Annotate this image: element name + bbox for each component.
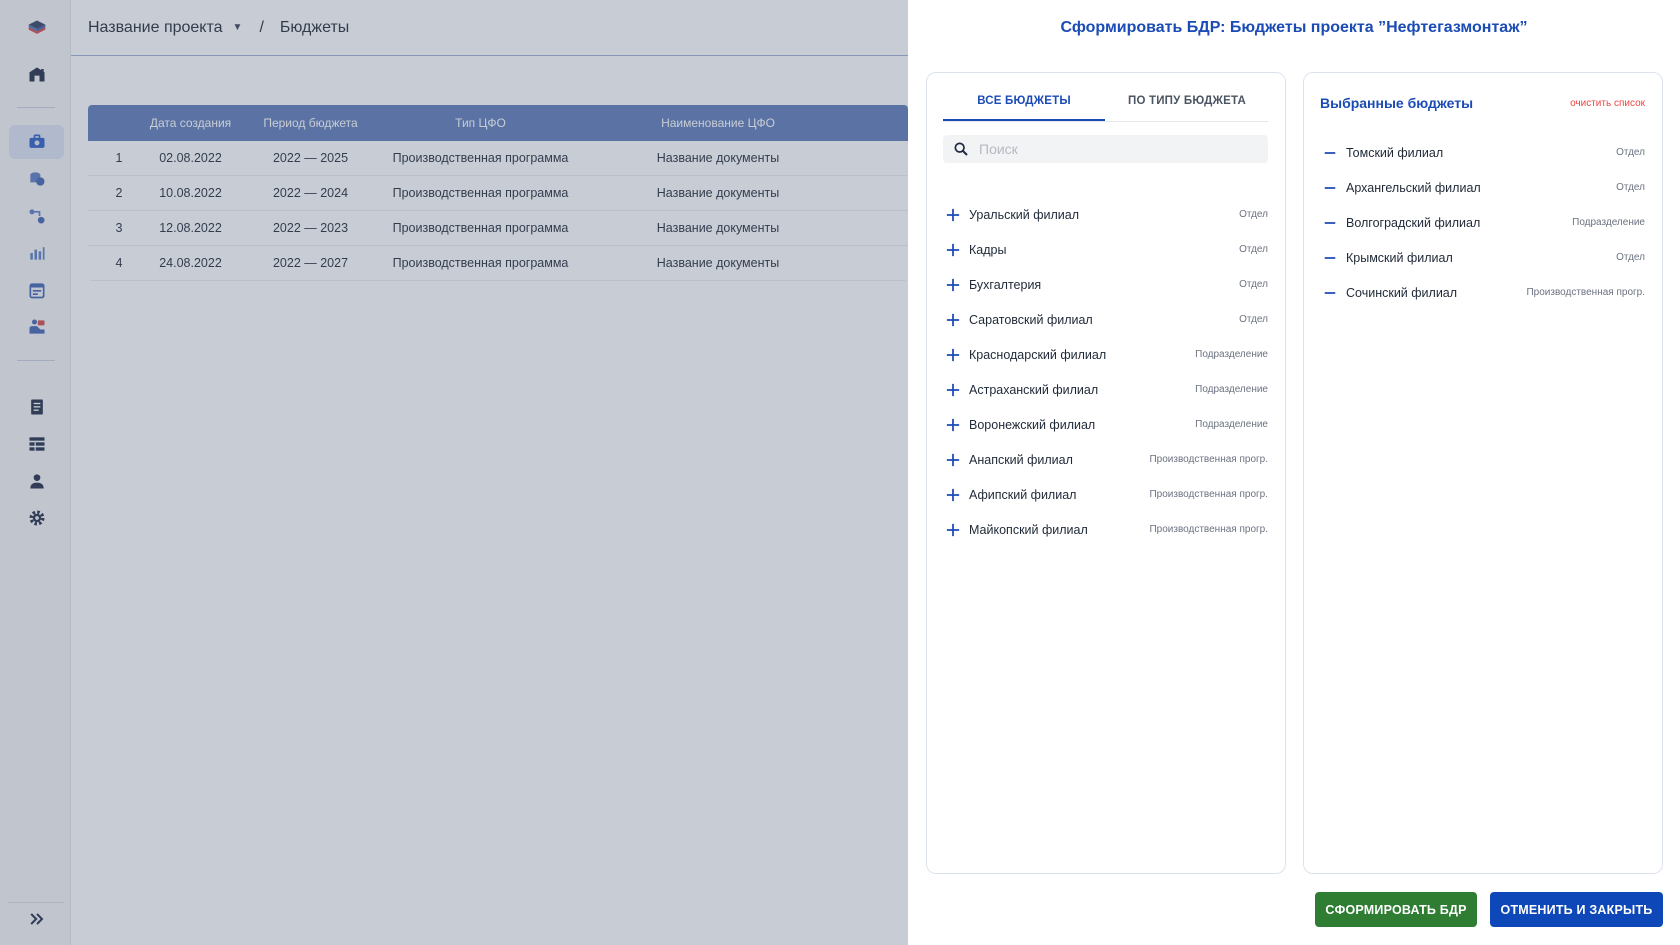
cancel-close-button[interactable]: ОТМЕНИТЬ И ЗАКРЫТЬ: [1490, 892, 1663, 927]
item-main: Афипский филиал: [943, 486, 1076, 504]
item-main: Сочинский филиал: [1320, 284, 1457, 302]
item-label: Крымский филиал: [1346, 250, 1453, 265]
item-label: Бухгалтерия: [969, 277, 1042, 292]
item-type-tag: Отдел: [1616, 182, 1645, 193]
item-label: Кадры: [969, 242, 1007, 257]
plus-icon[interactable]: [944, 241, 962, 259]
minus-icon[interactable]: [1321, 179, 1339, 197]
item-main: Волгоградский филиал: [1320, 214, 1480, 232]
item-main: Анапский филиал: [943, 451, 1073, 469]
plus-icon[interactable]: [944, 486, 962, 504]
item-label: Томский филиал: [1346, 145, 1444, 160]
minus-icon[interactable]: [1321, 214, 1339, 232]
item-main: Уральский филиал: [943, 206, 1079, 224]
available-item[interactable]: Афипский филиал Производственная прогр.: [943, 477, 1268, 512]
form-bdr-drawer: Сформировать БДР: Бюджеты проекта ”Нефте…: [908, 0, 1680, 945]
item-label: Воронежский филиал: [969, 417, 1096, 432]
form-bdr-button[interactable]: СФОРМИРОВАТЬ БДР: [1315, 892, 1477, 927]
item-main: Кадры: [943, 241, 1006, 259]
plus-icon[interactable]: [944, 521, 962, 539]
item-label: Краснодарский филиал: [969, 347, 1107, 362]
item-label: Анапский филиал: [969, 452, 1073, 467]
item-main: Бухгалтерия: [943, 276, 1041, 294]
item-main: Астраханский филиал: [943, 381, 1098, 399]
drawer-title: Сформировать БДР: Бюджеты проекта ”Нефте…: [1060, 19, 1528, 36]
item-type-tag: Подразделение: [1572, 217, 1645, 228]
item-label: Сочинский филиал: [1346, 285, 1458, 300]
selected-budgets-panel: Выбранные бюджеты очистить список Томски…: [1303, 72, 1663, 874]
selected-item[interactable]: Томский филиал Отдел: [1320, 135, 1645, 170]
item-main: Майкопский филиал: [943, 521, 1088, 539]
item-label: Астраханский филиал: [969, 382, 1099, 397]
selected-item[interactable]: Крымский филиал Отдел: [1320, 240, 1645, 275]
available-budgets-panel: ВСЕ БЮДЖЕТЫ ПО ТИПУ БЮДЖЕТА Уральский фи…: [926, 72, 1286, 874]
tab-by-type[interactable]: ПО ТИПУ БЮДЖЕТА: [1106, 95, 1268, 121]
item-label: Архангельский филиал: [1346, 180, 1481, 195]
plus-icon[interactable]: [944, 206, 962, 224]
item-type-tag: Производственная прогр.: [1526, 287, 1645, 298]
plus-icon[interactable]: [944, 346, 962, 364]
available-item[interactable]: Краснодарский филиал Подразделение: [943, 337, 1268, 372]
item-type-tag: Отдел: [1239, 314, 1268, 325]
selected-item[interactable]: Архангельский филиал Отдел: [1320, 170, 1645, 205]
modal-backdrop[interactable]: [0, 0, 908, 945]
item-main: Крымский филиал: [1320, 249, 1453, 267]
plus-icon[interactable]: [944, 381, 962, 399]
search-box: [943, 135, 1268, 163]
selected-list: Томский филиал Отдел Архангельский филиал О…: [1320, 135, 1645, 310]
item-type-tag: Отдел: [1616, 252, 1645, 263]
selected-header: Выбранные бюджеты очистить список: [1320, 95, 1645, 111]
available-item[interactable]: Астраханский филиал Подразделение: [943, 372, 1268, 407]
plus-icon[interactable]: [944, 451, 962, 469]
tabs-divider: [943, 121, 1268, 122]
item-type-tag: Подразделение: [1195, 419, 1268, 430]
item-main: Томский филиал: [1320, 144, 1443, 162]
available-item[interactable]: Майкопский филиал Производственная прогр.: [943, 512, 1268, 547]
item-type-tag: Производственная прогр.: [1149, 489, 1268, 500]
item-main: Воронежский филиал: [943, 416, 1095, 434]
search-input[interactable]: [979, 141, 1259, 157]
minus-icon[interactable]: [1321, 144, 1339, 162]
plus-icon[interactable]: [944, 311, 962, 329]
selected-title: Выбранные бюджеты: [1320, 95, 1474, 111]
item-label: Майкопский филиал: [969, 522, 1088, 537]
item-label: Саратовский филиал: [969, 312, 1093, 327]
available-item[interactable]: Саратовский филиал Отдел: [943, 302, 1268, 337]
plus-icon[interactable]: [944, 276, 962, 294]
item-label: Афипский филиал: [969, 487, 1077, 502]
item-main: Краснодарский филиал: [943, 346, 1106, 364]
item-type-tag: Отдел: [1239, 209, 1268, 220]
tab-all-budgets[interactable]: ВСЕ БЮДЖЕТЫ: [943, 95, 1105, 121]
available-item[interactable]: Уральский филиал Отдел: [943, 197, 1268, 232]
available-item[interactable]: Анапский филиал Производственная прогр.: [943, 442, 1268, 477]
selected-item[interactable]: Сочинский филиал Производственная прогр.: [1320, 275, 1645, 310]
item-type-tag: Подразделение: [1195, 384, 1268, 395]
item-main: Архангельский филиал: [1320, 179, 1481, 197]
search-icon: [954, 142, 968, 156]
minus-icon[interactable]: [1321, 249, 1339, 267]
available-item[interactable]: Бухгалтерия Отдел: [943, 267, 1268, 302]
item-type-tag: Отдел: [1616, 147, 1645, 158]
selected-item[interactable]: Волгоградский филиал Подразделение: [1320, 205, 1645, 240]
item-type-tag: Подразделение: [1195, 349, 1268, 360]
item-main: Саратовский филиал: [943, 311, 1093, 329]
available-item[interactable]: Воронежский филиал Подразделение: [943, 407, 1268, 442]
plus-icon[interactable]: [944, 416, 962, 434]
item-label: Волгоградский филиал: [1346, 215, 1481, 230]
item-type-tag: Отдел: [1239, 244, 1268, 255]
item-type-tag: Производственная прогр.: [1149, 524, 1268, 535]
available-item[interactable]: Кадры Отдел: [943, 232, 1268, 267]
minus-icon[interactable]: [1321, 284, 1339, 302]
item-label: Уральский филиал: [969, 207, 1080, 222]
item-type-tag: Производственная прогр.: [1149, 454, 1268, 465]
available-list: Уральский филиал Отдел Кадры Отдел Бухгалтер…: [943, 197, 1268, 547]
clear-list-link[interactable]: очистить список: [1570, 98, 1645, 109]
item-type-tag: Отдел: [1239, 279, 1268, 290]
